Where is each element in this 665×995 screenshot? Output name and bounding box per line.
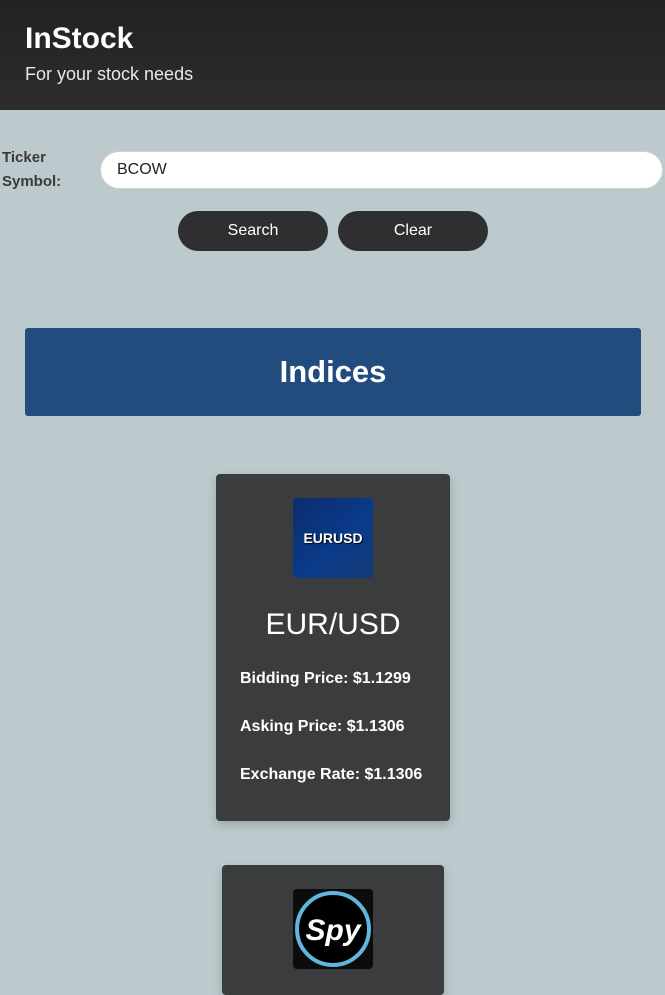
eurusd-logo: EURUSD [293,498,373,578]
spy-logo: Spy [293,889,373,969]
app-subtitle: For your stock needs [25,64,194,84]
clear-button[interactable]: Clear [338,211,488,251]
eurusd-logo-text: EURUSD [303,530,363,546]
app-header: InStock For your stock needs [0,0,665,110]
exchange-rate: Exchange Rate: $1.1306 [240,766,423,783]
search-button[interactable]: Search [178,211,328,251]
spy-logo-mark: Spy [295,891,371,967]
ticker-symbol-label: Ticker Symbol: [2,149,62,190]
bidding-price: Bidding Price: $1.1299 [240,670,411,687]
app-title: InStock [25,22,134,55]
spy-logo-text: Spy [305,914,361,947]
index-card-eurusd: EURUSD EUR/USD Bidding Price: $1.1299 As… [216,474,450,821]
indices-banner: Indices [25,328,641,416]
section-title: Indices [279,354,387,389]
ticker-symbol-input[interactable] [100,151,663,189]
card-title: EUR/USD [265,608,401,641]
asking-price: Asking Price: $1.1306 [240,718,405,735]
index-card-spy: Spy [222,865,444,995]
